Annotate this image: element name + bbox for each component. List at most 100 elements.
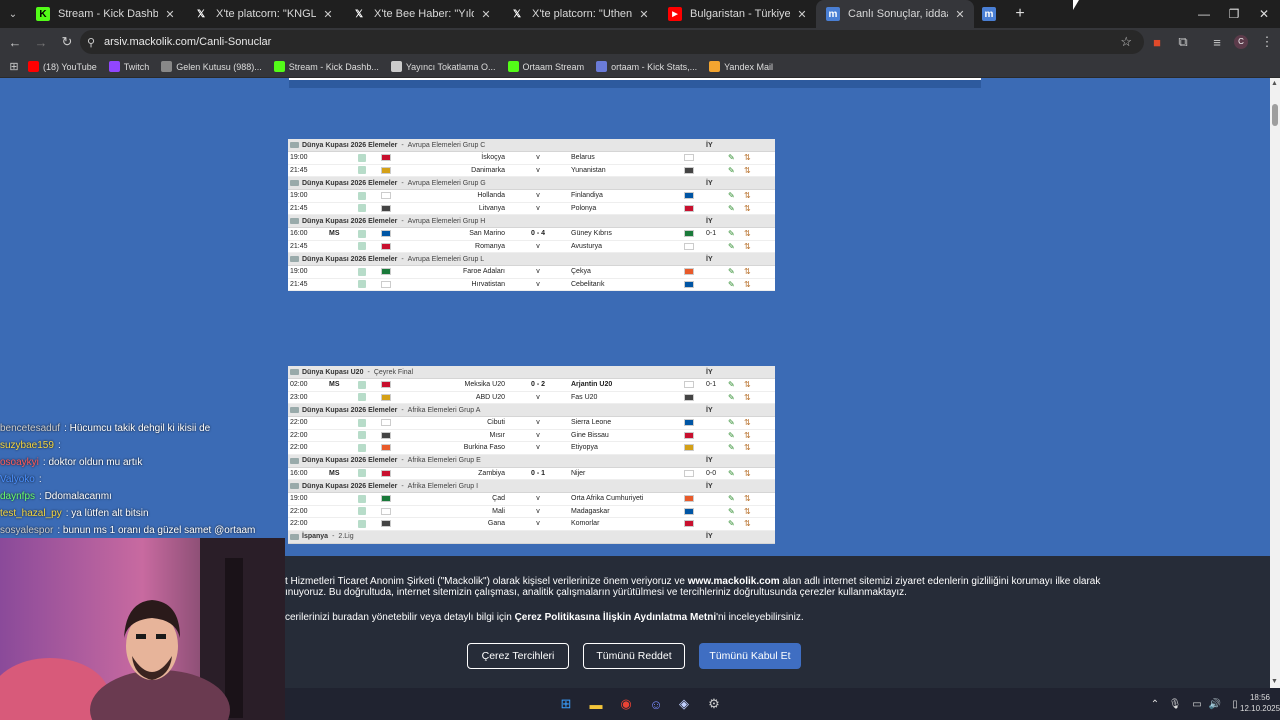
- microphone-icon[interactable]: 🎙: [1165, 694, 1185, 714]
- home-team[interactable]: Danimarka: [471, 167, 505, 174]
- match-row[interactable]: 22:00 Burkina Faso v Etiyopya ✎ ⇅: [288, 442, 775, 455]
- match-row[interactable]: 22:00 Mali v Madagaskar ✎ ⇅: [288, 506, 775, 518]
- chat-username[interactable]: sosyalespor: [0, 525, 53, 536]
- tab-close-icon[interactable]: ✕: [638, 8, 650, 21]
- match-row[interactable]: 21:45 Litvanya v Polonya ✎ ⇅: [288, 203, 775, 215]
- profile-avatar[interactable]: C: [1228, 29, 1254, 55]
- match-info-icon[interactable]: [358, 418, 366, 427]
- bookmark-5[interactable]: Ortaam Stream: [507, 61, 584, 72]
- away-team[interactable]: Nijer: [571, 470, 585, 477]
- site-info-icon[interactable]: ⚲: [80, 36, 102, 49]
- away-team[interactable]: Madagaskar: [571, 508, 610, 515]
- match-row[interactable]: 19:00 İskoçya v Belarus ✎ ⇅: [288, 152, 775, 165]
- tab-3[interactable]: 𝕏 X'te platcorn: "Uthenera, KNGL ✕: [500, 0, 658, 28]
- match-score[interactable]: v: [525, 508, 551, 515]
- match-row[interactable]: 23:00 ABD U20 v Fas U20 ✎ ⇅: [288, 392, 775, 404]
- stats-icon[interactable]: ⇅: [744, 431, 751, 440]
- away-team[interactable]: Finlandiya: [571, 192, 603, 199]
- competition-name[interactable]: Dünya Kupası 2026 Elemeler: [302, 457, 397, 464]
- match-info-icon[interactable]: [358, 393, 366, 402]
- match-row[interactable]: 22:00 Mısır v Gine Bissau ✎ ⇅: [288, 430, 775, 442]
- match-score[interactable]: v: [525, 154, 551, 161]
- scrollbar-thumb[interactable]: [1272, 104, 1278, 126]
- tab-search-button[interactable]: ⌄: [0, 0, 26, 28]
- away-team[interactable]: Etiyopya: [571, 444, 598, 451]
- competition-name[interactable]: İspanya: [302, 533, 328, 540]
- match-info-icon[interactable]: [358, 469, 366, 478]
- away-team[interactable]: Güney Kıbrıs: [571, 230, 612, 237]
- away-team[interactable]: Yunanistan: [571, 167, 606, 174]
- match-info-icon[interactable]: [358, 166, 366, 175]
- chat-username[interactable]: test_hazal_py: [0, 508, 62, 519]
- puzzle-icon[interactable]: ⧉: [1170, 29, 1196, 55]
- tv-icon[interactable]: ✎: [728, 204, 735, 213]
- stats-icon[interactable]: ⇅: [744, 229, 751, 238]
- match-info-icon[interactable]: [358, 380, 366, 389]
- minimize-button[interactable]: —: [1188, 0, 1220, 28]
- tab-4[interactable]: ▶ Bulgaristan - Türkiye (1-6) Maç ✕: [658, 0, 816, 28]
- match-row[interactable]: 02:00 MS Meksika U20 0 - 2 Arjantin U20 0-1 ✎ ⇅: [288, 379, 775, 392]
- match-score[interactable]: v: [525, 243, 551, 250]
- new-tab-button[interactable]: +: [1006, 0, 1034, 28]
- home-team[interactable]: Cibuti: [487, 419, 505, 426]
- home-team[interactable]: İskoçya: [481, 154, 505, 161]
- match-score[interactable]: v: [525, 205, 551, 212]
- match-info-icon[interactable]: [358, 280, 366, 289]
- match-score[interactable]: v: [525, 167, 551, 174]
- address-bar[interactable]: ⚲ arsiv.mackolik.com/Canli-Sonuclar ☆: [80, 30, 1144, 54]
- match-info-icon[interactable]: [358, 191, 366, 200]
- tab-2[interactable]: 𝕏 X'te Bee Haber: "Yıldız Tilbe, m ✕: [342, 0, 500, 28]
- home-team[interactable]: San Marino: [469, 230, 505, 237]
- maximize-button[interactable]: ❐: [1218, 0, 1250, 28]
- tv-icon[interactable]: ✎: [728, 494, 735, 503]
- accept-all-button[interactable]: Tümünü Kabul Et: [699, 643, 801, 669]
- away-team[interactable]: Orta Afrika Cumhuriyeti: [571, 495, 643, 502]
- chat-username[interactable]: daynfps: [0, 491, 35, 502]
- cookie-site-link[interactable]: www.mackolik.com: [688, 576, 780, 587]
- stats-icon[interactable]: ⇅: [744, 242, 751, 251]
- match-score[interactable]: 0 - 2: [525, 381, 551, 388]
- match-info-icon[interactable]: [358, 507, 366, 516]
- home-team[interactable]: Zambiya: [478, 470, 505, 477]
- match-score[interactable]: 0 - 4: [525, 230, 551, 237]
- bookmark-6[interactable]: ortaam - Kick Stats,...: [596, 61, 697, 72]
- match-row[interactable]: 22:00 Gana v Komorlar ✎ ⇅: [288, 518, 775, 531]
- away-team[interactable]: Çekya: [571, 268, 591, 275]
- tv-icon[interactable]: ✎: [728, 153, 735, 162]
- media-icon[interactable]: ≡: [1204, 29, 1230, 55]
- match-row[interactable]: 21:45 Hırvatistan v Cebelitarık ✎ ⇅: [288, 279, 775, 291]
- match-score[interactable]: v: [525, 394, 551, 401]
- tab-5[interactable]: m Canlı Sonuçlar, iddaa sonuçları ✕: [816, 0, 974, 28]
- bookmark-3[interactable]: Stream - Kick Dashb...: [273, 61, 379, 72]
- match-row[interactable]: 19:00 Hollanda v Finlandiya ✎ ⇅: [288, 190, 775, 203]
- away-team[interactable]: Fas U20: [571, 394, 597, 401]
- tv-icon[interactable]: ✎: [728, 443, 735, 452]
- home-team[interactable]: Hollanda: [477, 192, 505, 199]
- home-team[interactable]: Faroe Adaları: [463, 268, 505, 275]
- match-row[interactable]: 19:00 Çad v Orta Afrika Cumhuriyeti ✎ ⇅: [288, 493, 775, 506]
- volume-icon[interactable]: 🔊: [1205, 694, 1225, 714]
- away-team[interactable]: Gine Bissau: [571, 432, 609, 439]
- menu-icon[interactable]: ⋮: [1254, 29, 1280, 55]
- tv-icon[interactable]: ✎: [728, 229, 735, 238]
- steam-icon[interactable]: ◈: [674, 694, 694, 714]
- back-button[interactable]: ←: [2, 29, 28, 55]
- apps-icon[interactable]: ⊞: [0, 60, 28, 73]
- match-row[interactable]: 16:00 MS Zambiya 0 - 1 Nijer 0-0 ✎ ⇅: [288, 468, 775, 480]
- file-explorer-icon[interactable]: ▬: [586, 694, 606, 714]
- match-row[interactable]: 21:45 Danimarka v Yunanistan ✎ ⇅: [288, 165, 775, 177]
- stats-icon[interactable]: ⇅: [744, 166, 751, 175]
- tv-icon[interactable]: ✎: [728, 431, 735, 440]
- stats-icon[interactable]: ⇅: [744, 380, 751, 389]
- competition-name[interactable]: Dünya Kupası 2026 Elemeler: [302, 142, 397, 149]
- match-info-icon[interactable]: [358, 494, 366, 503]
- tv-icon[interactable]: ✎: [728, 166, 735, 175]
- tv-icon[interactable]: ✎: [728, 393, 735, 402]
- scrollbar[interactable]: [1270, 78, 1280, 688]
- stats-icon[interactable]: ⇅: [744, 153, 751, 162]
- tv-icon[interactable]: ✎: [728, 519, 735, 528]
- tv-icon[interactable]: ✎: [728, 507, 735, 516]
- match-score[interactable]: v: [525, 520, 551, 527]
- match-info-icon[interactable]: [358, 204, 366, 213]
- bookmark-2[interactable]: Gelen Kutusu (988)...: [161, 61, 262, 72]
